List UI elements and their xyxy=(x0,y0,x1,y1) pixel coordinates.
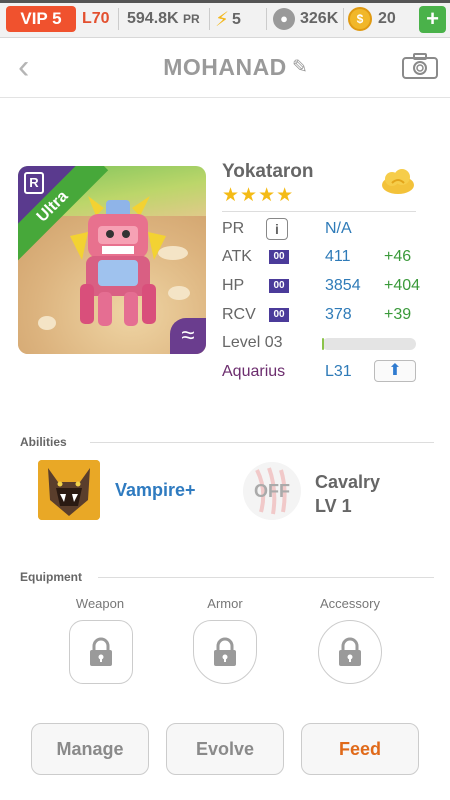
food-value: 326K xyxy=(300,10,339,27)
lightning-icon: ⚡ xyxy=(215,9,230,31)
manage-button[interactable]: Manage xyxy=(31,723,149,775)
monster-portrait[interactable]: Ultra R ≈ xyxy=(18,166,206,354)
pr-value: N/A xyxy=(325,220,352,237)
level-label: Level 03 xyxy=(222,334,283,351)
armor-label: Armor xyxy=(207,596,243,611)
page-title: MOHANAD xyxy=(163,54,287,80)
info-icon[interactable]: i xyxy=(266,218,288,240)
accessory-label: Accessory xyxy=(320,596,380,611)
page-header: ‹ MOHANAD ✎ xyxy=(0,38,450,98)
pr-label: PR xyxy=(222,220,245,237)
hp-value: 3854 xyxy=(325,277,361,294)
armor-slot[interactable] xyxy=(193,620,257,684)
stat-row-pr: PR i N/A xyxy=(222,217,422,241)
stat-row-rcv: RCV 00 378 +39 xyxy=(222,303,422,327)
xp-progress-bar xyxy=(322,338,416,350)
atk-label: ATK xyxy=(222,248,252,265)
stats-divider xyxy=(222,211,416,212)
star-rating: ★★★★ xyxy=(222,185,295,206)
lock-icon xyxy=(339,637,361,666)
rcv-label: RCV xyxy=(222,306,256,323)
rcv-value: 378 xyxy=(325,306,352,323)
vip-badge[interactable]: VIP 5 xyxy=(6,6,76,32)
status-bar-edge xyxy=(0,0,450,3)
player-level: L70 xyxy=(82,10,110,27)
status-bar: VIP 5 L70 594.8K PR ⚡ 5 ● 326K $ 20 + xyxy=(0,0,450,38)
werewolf-icon xyxy=(38,460,100,520)
xp-progress-fill xyxy=(322,338,324,350)
camera-icon[interactable] xyxy=(402,53,438,79)
power-rating: 594.8K PR xyxy=(127,10,200,28)
zodiac-label: Aquarius xyxy=(222,363,286,380)
gold-cloud-icon[interactable] xyxy=(380,168,416,196)
lock-icon xyxy=(90,637,112,666)
accessory-slot[interactable] xyxy=(318,620,382,684)
equipment-heading: Equipment xyxy=(20,570,82,584)
divider xyxy=(118,8,119,30)
hp-bonus: +404 xyxy=(384,277,421,294)
section-divider xyxy=(90,442,434,443)
zodiac-level: L31 xyxy=(325,363,352,380)
hp-plus-chip: 00 xyxy=(269,279,289,293)
stat-row-zodiac: Aquarius L31 ⬆ xyxy=(222,360,422,384)
divider xyxy=(209,8,210,30)
edit-pencil-icon[interactable]: ✎ xyxy=(292,56,308,79)
upgrade-arrow-button[interactable]: ⬆ xyxy=(374,360,416,382)
hp-label: HP xyxy=(222,277,245,294)
abilities-heading: Abilities xyxy=(20,435,67,449)
rcv-plus-chip: 00 xyxy=(269,308,289,322)
ground-spot xyxy=(38,316,56,330)
coins-value: 20 xyxy=(378,10,396,27)
ability-name[interactable]: Vampire+ xyxy=(115,480,196,501)
secondary-ability-level: LV 1 xyxy=(315,496,352,516)
weapon-label: Weapon xyxy=(75,596,125,611)
divider xyxy=(343,8,344,30)
ability-off-label: OFF xyxy=(254,481,290,501)
atk-plus-chip: 00 xyxy=(269,250,289,264)
stat-row-hp: HP 00 3854 +404 xyxy=(222,274,422,298)
paw-icon: ● xyxy=(273,8,295,30)
power-unit: PR xyxy=(183,12,200,26)
rank-badge: R xyxy=(24,172,44,194)
atk-bonus: +46 xyxy=(384,248,412,265)
lock-icon xyxy=(214,637,236,666)
feed-button[interactable]: Feed xyxy=(301,723,419,775)
monster-name: Yokataron xyxy=(222,161,314,182)
atk-value: 411 xyxy=(325,248,351,265)
add-currency-button[interactable]: + xyxy=(419,6,446,33)
energy-counter[interactable]: ⚡ 5 xyxy=(215,7,241,32)
rcv-bonus: +39 xyxy=(384,306,412,323)
secondary-ability-name: Cavalry xyxy=(315,472,381,492)
stat-row-atk: ATK 00 411 +46 xyxy=(222,245,422,269)
power-value: 594.8K xyxy=(127,10,179,27)
secondary-ability[interactable]: Cavalry LV 1 xyxy=(315,470,380,518)
arrow-up-icon: ⬆ xyxy=(388,362,402,379)
evolve-button[interactable]: Evolve xyxy=(166,723,284,775)
section-divider xyxy=(98,577,434,578)
divider xyxy=(266,8,267,30)
energy-value: 5 xyxy=(232,10,241,28)
water-element-icon: ≈ xyxy=(170,318,206,354)
vampire-ability-icon[interactable] xyxy=(38,460,100,520)
weapon-slot[interactable] xyxy=(69,620,133,684)
stat-row-level: Level 03 xyxy=(222,331,422,355)
coin-icon: $ xyxy=(348,7,372,31)
